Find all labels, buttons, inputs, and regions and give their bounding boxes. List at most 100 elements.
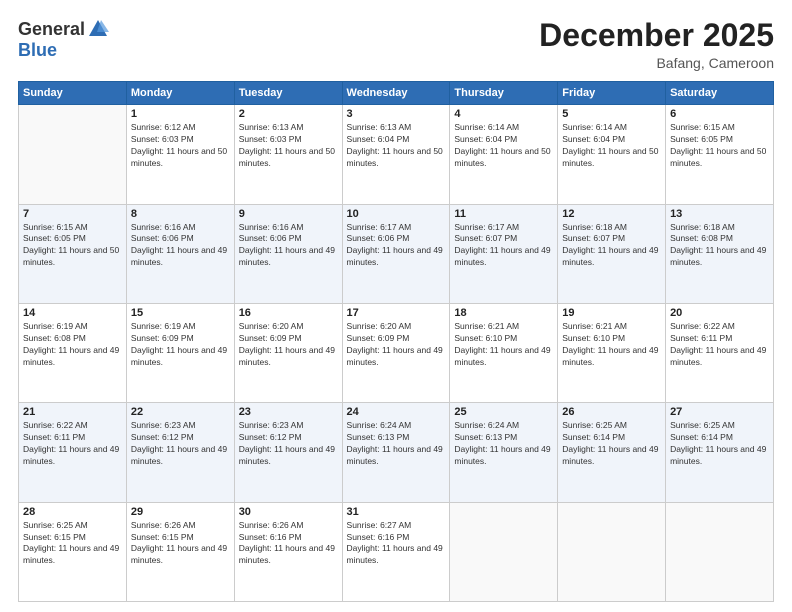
sunset-text: Sunset: 6:04 PM xyxy=(562,134,661,146)
sunset-text: Sunset: 6:09 PM xyxy=(131,333,230,345)
sunset-text: Sunset: 6:15 PM xyxy=(23,532,122,544)
day-number: 1 xyxy=(131,108,230,120)
calendar-cell xyxy=(19,105,127,204)
day-number: 27 xyxy=(670,406,769,418)
day-number: 2 xyxy=(239,108,338,120)
calendar-cell: 5 Sunrise: 6:14 AM Sunset: 6:04 PM Dayli… xyxy=(558,105,666,204)
daylight-text: Daylight: 11 hours and 49 minutes. xyxy=(239,345,338,369)
calendar-cell: 31 Sunrise: 6:27 AM Sunset: 6:16 PM Dayl… xyxy=(342,502,450,601)
daylight-text: Daylight: 11 hours and 49 minutes. xyxy=(454,245,553,269)
day-number: 5 xyxy=(562,108,661,120)
calendar-cell: 19 Sunrise: 6:21 AM Sunset: 6:10 PM Dayl… xyxy=(558,303,666,402)
daylight-text: Daylight: 11 hours and 49 minutes. xyxy=(670,245,769,269)
calendar-table: Sunday Monday Tuesday Wednesday Thursday… xyxy=(18,81,774,602)
day-number: 6 xyxy=(670,108,769,120)
sunset-text: Sunset: 6:10 PM xyxy=(454,333,553,345)
sunset-text: Sunset: 6:13 PM xyxy=(347,432,446,444)
sunset-text: Sunset: 6:05 PM xyxy=(23,233,122,245)
cell-info: Sunrise: 6:26 AM Sunset: 6:16 PM Dayligh… xyxy=(239,520,338,568)
page: General Blue December 2025 Bafang, Camer… xyxy=(0,0,792,612)
location-subtitle: Bafang, Cameroon xyxy=(539,55,774,71)
calendar-cell: 29 Sunrise: 6:26 AM Sunset: 6:15 PM Dayl… xyxy=(126,502,234,601)
daylight-text: Daylight: 11 hours and 49 minutes. xyxy=(131,245,230,269)
calendar-cell: 9 Sunrise: 6:16 AM Sunset: 6:06 PM Dayli… xyxy=(234,204,342,303)
sunrise-text: Sunrise: 6:21 AM xyxy=(562,321,661,333)
calendar-cell: 27 Sunrise: 6:25 AM Sunset: 6:14 PM Dayl… xyxy=(666,403,774,502)
calendar-cell: 18 Sunrise: 6:21 AM Sunset: 6:10 PM Dayl… xyxy=(450,303,558,402)
calendar-cell: 20 Sunrise: 6:22 AM Sunset: 6:11 PM Dayl… xyxy=(666,303,774,402)
daylight-text: Daylight: 11 hours and 49 minutes. xyxy=(23,543,122,567)
day-number: 21 xyxy=(23,406,122,418)
sunrise-text: Sunrise: 6:14 AM xyxy=(454,122,553,134)
sunset-text: Sunset: 6:07 PM xyxy=(562,233,661,245)
day-number: 8 xyxy=(131,208,230,220)
sunrise-text: Sunrise: 6:12 AM xyxy=(131,122,230,134)
logo-general-text: General xyxy=(18,19,85,40)
sunrise-text: Sunrise: 6:20 AM xyxy=(239,321,338,333)
sunset-text: Sunset: 6:06 PM xyxy=(239,233,338,245)
sunrise-text: Sunrise: 6:22 AM xyxy=(670,321,769,333)
sunset-text: Sunset: 6:09 PM xyxy=(239,333,338,345)
daylight-text: Daylight: 11 hours and 50 minutes. xyxy=(347,146,446,170)
header: General Blue December 2025 Bafang, Camer… xyxy=(18,18,774,71)
calendar-cell: 12 Sunrise: 6:18 AM Sunset: 6:07 PM Dayl… xyxy=(558,204,666,303)
day-number: 22 xyxy=(131,406,230,418)
calendar-cell: 7 Sunrise: 6:15 AM Sunset: 6:05 PM Dayli… xyxy=(19,204,127,303)
day-number: 4 xyxy=(454,108,553,120)
daylight-text: Daylight: 11 hours and 49 minutes. xyxy=(131,543,230,567)
sunrise-text: Sunrise: 6:20 AM xyxy=(347,321,446,333)
calendar-cell: 22 Sunrise: 6:23 AM Sunset: 6:12 PM Dayl… xyxy=(126,403,234,502)
sunrise-text: Sunrise: 6:23 AM xyxy=(131,420,230,432)
calendar-cell: 16 Sunrise: 6:20 AM Sunset: 6:09 PM Dayl… xyxy=(234,303,342,402)
calendar-cell xyxy=(666,502,774,601)
sunrise-text: Sunrise: 6:24 AM xyxy=(454,420,553,432)
month-title: December 2025 xyxy=(539,18,774,53)
col-monday: Monday xyxy=(126,82,234,105)
day-number: 15 xyxy=(131,307,230,319)
daylight-text: Daylight: 11 hours and 49 minutes. xyxy=(131,345,230,369)
daylight-text: Daylight: 11 hours and 50 minutes. xyxy=(131,146,230,170)
sunset-text: Sunset: 6:03 PM xyxy=(239,134,338,146)
day-number: 29 xyxy=(131,506,230,518)
sunrise-text: Sunrise: 6:25 AM xyxy=(670,420,769,432)
day-number: 18 xyxy=(454,307,553,319)
calendar-week-row: 28 Sunrise: 6:25 AM Sunset: 6:15 PM Dayl… xyxy=(19,502,774,601)
daylight-text: Daylight: 11 hours and 49 minutes. xyxy=(670,444,769,468)
logo-blue-text: Blue xyxy=(18,40,57,61)
sunset-text: Sunset: 6:05 PM xyxy=(670,134,769,146)
logo-icon xyxy=(87,18,109,40)
calendar-week-row: 1 Sunrise: 6:12 AM Sunset: 6:03 PM Dayli… xyxy=(19,105,774,204)
cell-info: Sunrise: 6:13 AM Sunset: 6:04 PM Dayligh… xyxy=(347,122,446,170)
calendar-cell: 1 Sunrise: 6:12 AM Sunset: 6:03 PM Dayli… xyxy=(126,105,234,204)
daylight-text: Daylight: 11 hours and 50 minutes. xyxy=(454,146,553,170)
cell-info: Sunrise: 6:20 AM Sunset: 6:09 PM Dayligh… xyxy=(347,321,446,369)
cell-info: Sunrise: 6:20 AM Sunset: 6:09 PM Dayligh… xyxy=(239,321,338,369)
cell-info: Sunrise: 6:25 AM Sunset: 6:14 PM Dayligh… xyxy=(670,420,769,468)
calendar-cell: 8 Sunrise: 6:16 AM Sunset: 6:06 PM Dayli… xyxy=(126,204,234,303)
calendar-cell: 4 Sunrise: 6:14 AM Sunset: 6:04 PM Dayli… xyxy=(450,105,558,204)
calendar-cell xyxy=(450,502,558,601)
calendar-cell: 3 Sunrise: 6:13 AM Sunset: 6:04 PM Dayli… xyxy=(342,105,450,204)
col-wednesday: Wednesday xyxy=(342,82,450,105)
cell-info: Sunrise: 6:25 AM Sunset: 6:14 PM Dayligh… xyxy=(562,420,661,468)
daylight-text: Daylight: 11 hours and 49 minutes. xyxy=(239,245,338,269)
day-number: 23 xyxy=(239,406,338,418)
cell-info: Sunrise: 6:16 AM Sunset: 6:06 PM Dayligh… xyxy=(131,222,230,270)
cell-info: Sunrise: 6:15 AM Sunset: 6:05 PM Dayligh… xyxy=(23,222,122,270)
sunset-text: Sunset: 6:06 PM xyxy=(131,233,230,245)
sunrise-text: Sunrise: 6:26 AM xyxy=(131,520,230,532)
sunset-text: Sunset: 6:11 PM xyxy=(670,333,769,345)
cell-info: Sunrise: 6:22 AM Sunset: 6:11 PM Dayligh… xyxy=(670,321,769,369)
day-number: 28 xyxy=(23,506,122,518)
cell-info: Sunrise: 6:19 AM Sunset: 6:08 PM Dayligh… xyxy=(23,321,122,369)
cell-info: Sunrise: 6:16 AM Sunset: 6:06 PM Dayligh… xyxy=(239,222,338,270)
cell-info: Sunrise: 6:24 AM Sunset: 6:13 PM Dayligh… xyxy=(347,420,446,468)
calendar-cell: 15 Sunrise: 6:19 AM Sunset: 6:09 PM Dayl… xyxy=(126,303,234,402)
col-tuesday: Tuesday xyxy=(234,82,342,105)
sunrise-text: Sunrise: 6:17 AM xyxy=(347,222,446,234)
day-number: 16 xyxy=(239,307,338,319)
calendar-cell: 11 Sunrise: 6:17 AM Sunset: 6:07 PM Dayl… xyxy=(450,204,558,303)
sunset-text: Sunset: 6:12 PM xyxy=(239,432,338,444)
cell-info: Sunrise: 6:22 AM Sunset: 6:11 PM Dayligh… xyxy=(23,420,122,468)
day-number: 26 xyxy=(562,406,661,418)
